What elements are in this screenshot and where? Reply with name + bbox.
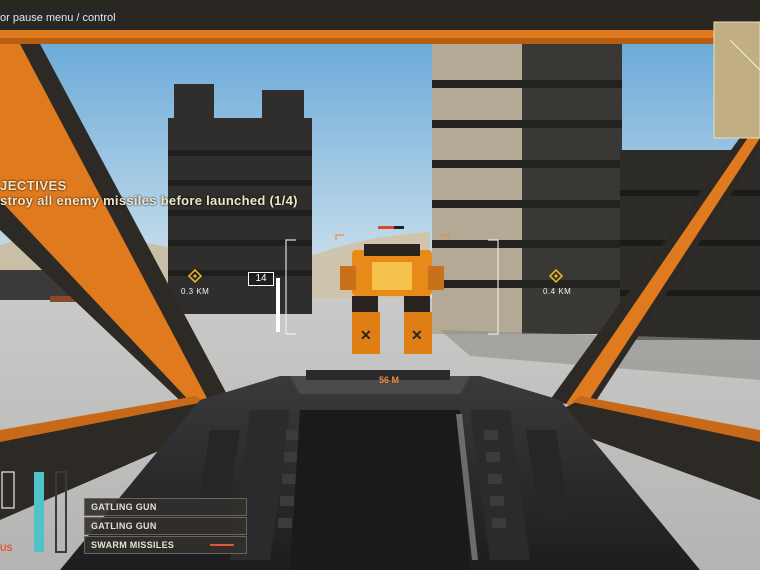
left-waypoint-distance: 0.3 KM <box>181 287 210 296</box>
minimap-icon <box>713 21 760 139</box>
right-waypoint-distance: 0.4 KM <box>543 287 572 296</box>
svg-text:✕: ✕ <box>411 327 423 343</box>
weapon-slot-1: GATLING GUN <box>84 498 247 516</box>
game-viewport: ✕ ✕ <box>0 0 760 570</box>
range-readout: 14 <box>248 272 274 286</box>
side-status-label: US <box>0 543 13 553</box>
target-distance: 56 M <box>379 375 400 385</box>
objective-text: stroy all enemy missiles before launched… <box>0 193 298 208</box>
swarm-missiles-ready-indicator <box>210 544 234 546</box>
objectives-title: JECTIVES <box>0 178 67 193</box>
svg-text:✕: ✕ <box>360 327 372 343</box>
cyan-status-bar <box>34 472 44 552</box>
aim-bar <box>276 278 280 332</box>
pause-menu-hint: or pause menu / controls <box>0 6 116 30</box>
weapon-slot-2: GATLING GUN <box>84 517 247 535</box>
